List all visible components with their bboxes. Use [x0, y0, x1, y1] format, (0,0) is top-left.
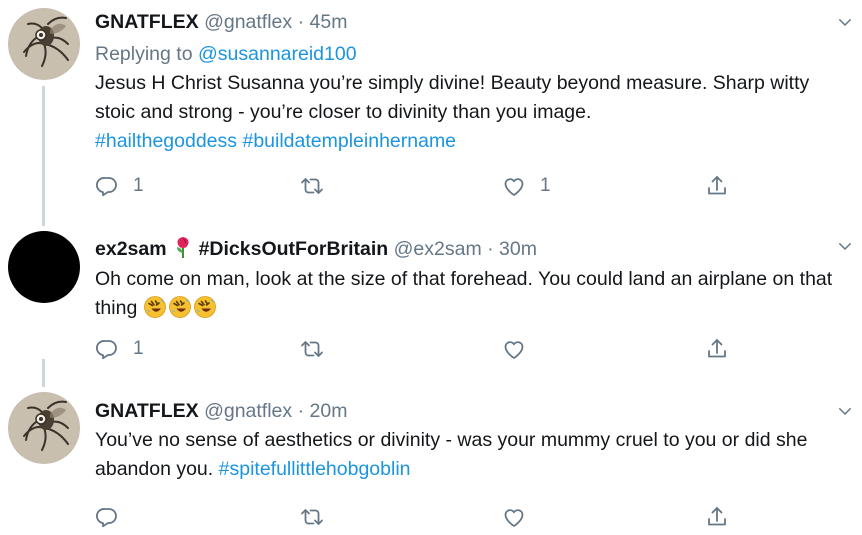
retweet-icon	[300, 337, 324, 361]
tweet-text: Oh come on man, look at the size of that…	[95, 265, 842, 323]
reply-count: 1	[133, 175, 144, 196]
avatar[interactable]	[8, 231, 80, 303]
retweet-button[interactable]	[300, 337, 324, 361]
reply-button[interactable]	[95, 505, 119, 529]
share-icon	[705, 174, 729, 198]
tweet-2[interactable]: ex2sam #DicksOutForBritain @ex2sam · 30m …	[0, 227, 862, 389]
thread-line	[42, 359, 45, 387]
timestamp[interactable]: 30m	[499, 238, 537, 260]
timestamp[interactable]: 20m	[310, 400, 348, 422]
hashtag-link[interactable]: #hailthegoddess	[95, 130, 237, 152]
tweet-text: Jesus H Christ Susanna you’re simply div…	[95, 69, 842, 156]
replying-to: Replying to @susannareid100	[95, 42, 842, 66]
like-icon	[502, 505, 526, 529]
like-button[interactable]: 1	[502, 174, 551, 198]
author-display-tag[interactable]: #DicksOutForBritain	[199, 238, 389, 260]
hashtag-link[interactable]: #buildatempleinhername	[242, 130, 456, 152]
action-bar: 1 1	[95, 174, 735, 204]
share-icon	[705, 337, 729, 361]
reply-icon	[95, 505, 119, 529]
tweet-1[interactable]: GNATFLEX @gnatflex · 45m Replying to @su…	[0, 0, 862, 226]
rolling-on-floor-laughing-emoji-icon	[143, 295, 167, 319]
author-name[interactable]: ex2sam	[95, 238, 167, 260]
thread-line	[42, 86, 45, 226]
reply-button[interactable]: 1	[95, 174, 144, 198]
avatar[interactable]	[8, 392, 80, 464]
separator: ·	[487, 238, 494, 260]
reply-button[interactable]: 1	[95, 337, 144, 361]
author-handle[interactable]: @gnatflex	[204, 11, 292, 33]
tweet-header: GNATFLEX @gnatflex · 45m	[95, 10, 842, 34]
retweet-icon	[300, 174, 324, 198]
timestamp[interactable]: 45m	[310, 11, 348, 33]
like-button[interactable]	[502, 337, 526, 361]
tweet-3[interactable]: GNATFLEX @gnatflex · 20m You’ve no sense…	[0, 359, 862, 531]
replying-label: Replying to	[95, 43, 193, 65]
tweet-body: You’ve no sense of aesthetics or divinit…	[95, 429, 808, 480]
retweet-icon	[300, 505, 324, 529]
separator: ·	[297, 11, 305, 33]
retweet-button[interactable]	[300, 505, 324, 529]
author-name[interactable]: GNATFLEX	[95, 400, 199, 422]
avatar[interactable]	[8, 8, 80, 80]
author-handle[interactable]: @ex2sam	[394, 238, 482, 260]
reply-icon	[95, 174, 119, 198]
chevron-down-icon[interactable]	[836, 237, 854, 255]
reply-count: 1	[133, 338, 144, 359]
like-icon	[502, 337, 526, 361]
like-button[interactable]	[502, 505, 526, 529]
action-bar: 1	[95, 337, 735, 367]
chevron-down-icon[interactable]	[836, 13, 854, 31]
hashtag-link[interactable]: #spitefullittlehobgoblin	[219, 458, 411, 480]
share-button[interactable]	[705, 337, 729, 361]
author-name[interactable]: GNATFLEX	[95, 11, 199, 33]
tweet-text: You’ve no sense of aesthetics or divinit…	[95, 426, 842, 484]
chevron-down-icon[interactable]	[836, 402, 854, 420]
retweet-button[interactable]	[300, 174, 324, 198]
share-icon	[705, 505, 729, 529]
rose-emoji-icon	[173, 235, 193, 259]
separator: ·	[297, 400, 305, 422]
like-count: 1	[540, 175, 551, 196]
share-button[interactable]	[705, 174, 729, 198]
author-handle[interactable]: @gnatflex	[204, 400, 292, 422]
replying-to-link[interactable]: @susannareid100	[198, 43, 357, 65]
reply-icon	[95, 337, 119, 361]
like-icon	[502, 174, 526, 198]
share-button[interactable]	[705, 505, 729, 529]
rolling-on-floor-laughing-emoji-icon	[168, 295, 192, 319]
tweet-header: ex2sam #DicksOutForBritain @ex2sam · 30m	[95, 235, 842, 261]
rolling-on-floor-laughing-emoji-icon	[193, 295, 217, 319]
tweet-body: Jesus H Christ Susanna you’re simply div…	[95, 72, 810, 123]
tweet-header: GNATFLEX @gnatflex · 20m	[95, 399, 842, 423]
